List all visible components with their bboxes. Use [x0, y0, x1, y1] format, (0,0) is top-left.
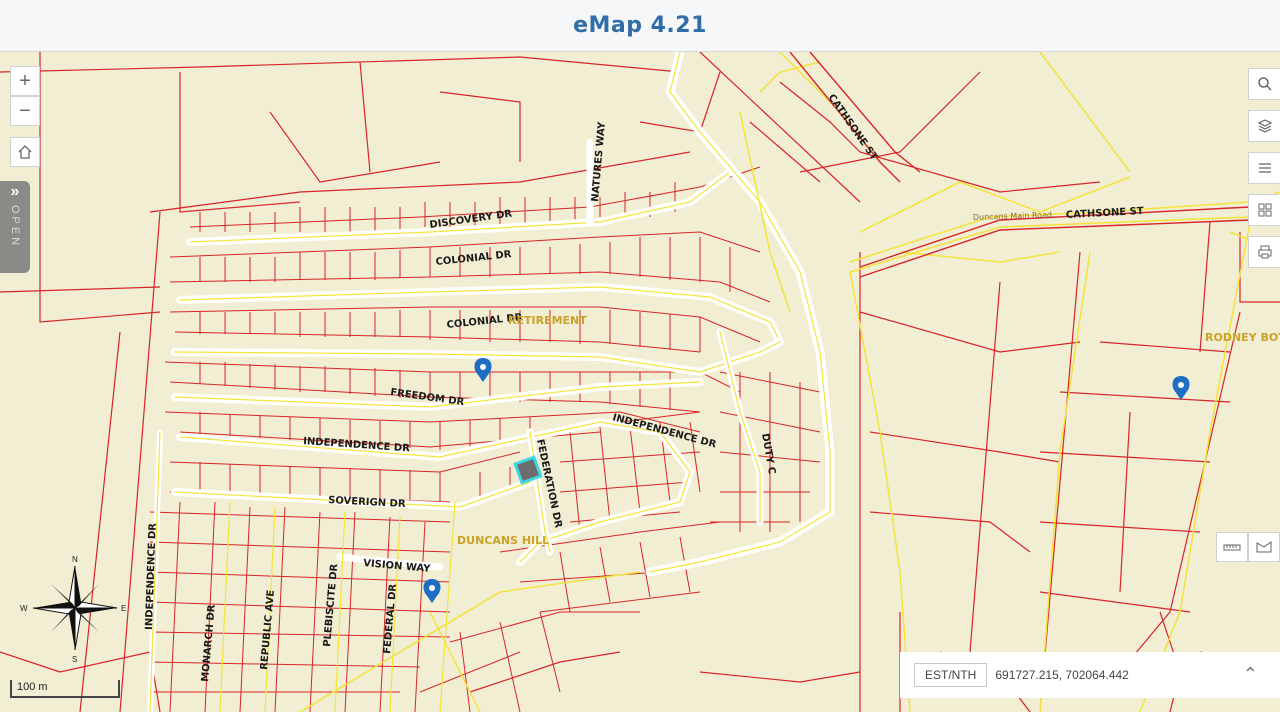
map-canvas[interactable]: DISCOVERY DR COLONIAL DR COLONIAL DR FRE… [0, 52, 1280, 712]
search-button[interactable] [1248, 68, 1280, 100]
map-svg[interactable]: DISCOVERY DR COLONIAL DR COLONIAL DR FRE… [0, 52, 1280, 712]
measure-area-button[interactable] [1248, 532, 1280, 562]
compass-e: E [121, 604, 126, 613]
app-title: eMap 4.21 [573, 13, 707, 38]
open-tab-label: OPEN [9, 205, 21, 249]
menu-icon [1258, 163, 1271, 173]
search-icon [1257, 77, 1272, 91]
zoom-controls: + − [10, 66, 40, 126]
coordinate-readout: 691727.215, 702064.442 [995, 668, 1129, 682]
app-header: eMap 4.21 [0, 0, 1280, 52]
right-toolbar [1248, 68, 1280, 278]
layers-icon [1257, 119, 1272, 133]
selected-parcel[interactable] [513, 455, 543, 485]
zoom-out-button[interactable]: − [10, 96, 40, 126]
open-panel-tab[interactable]: » OPEN [0, 181, 30, 273]
print-icon [1258, 245, 1271, 259]
grid-icon [1258, 203, 1271, 217]
print-button[interactable] [1248, 236, 1280, 268]
compass-n: N [72, 555, 78, 564]
compass-w: W [20, 604, 28, 613]
area-icon [1256, 541, 1272, 553]
scale-bar: 100 m [10, 680, 120, 698]
compass-s: S [72, 655, 77, 664]
zoom-in-button[interactable]: + [10, 66, 40, 96]
chevron-up-icon[interactable]: ⌃ [1243, 664, 1258, 685]
chevron-right-icon: » [10, 183, 20, 200]
area-label-retirement: RETIREMENT [508, 314, 587, 327]
home-button[interactable] [10, 137, 40, 167]
measure-tools [1216, 532, 1280, 562]
area-label-duncans-hill: DUNCANS HILL [457, 534, 549, 547]
basemap-button[interactable] [1248, 194, 1280, 226]
coordinate-system-button[interactable]: EST/NTH [914, 663, 988, 687]
layers-button[interactable] [1248, 110, 1280, 142]
measure-distance-button[interactable] [1216, 532, 1248, 562]
ruler-icon [1223, 544, 1241, 551]
area-label-rodney: RODNEY BOT [1205, 331, 1280, 344]
coordinate-panel: EST/NTH 691727.215, 702064.442 ⌃ [900, 652, 1280, 698]
menu-button[interactable] [1248, 152, 1280, 184]
home-icon [18, 145, 32, 159]
